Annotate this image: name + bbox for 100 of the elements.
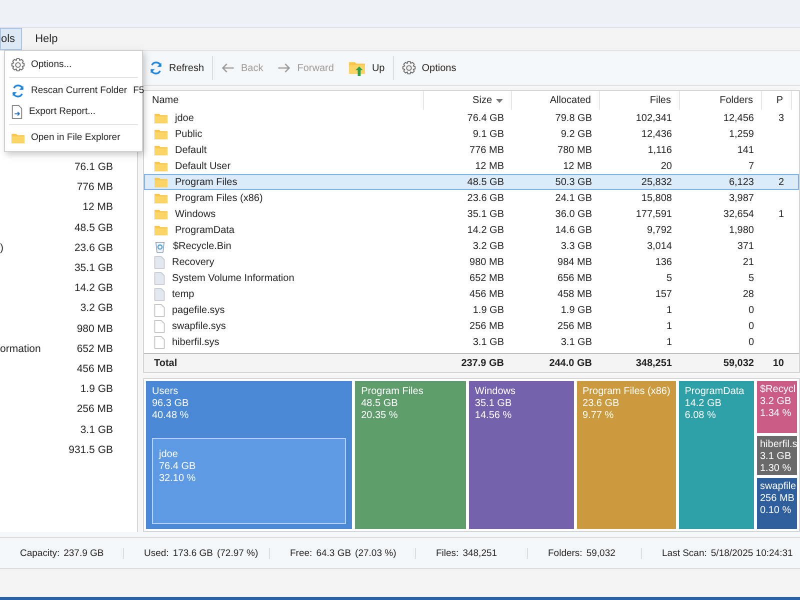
status-label: Files: (436, 548, 459, 558)
menu-item[interactable]: Options... (5, 54, 142, 75)
refresh-icon (11, 84, 25, 98)
total-cell-text: 237.9 GB (460, 358, 505, 368)
block-percent: 14.56 % (474, 410, 513, 422)
treemap-block[interactable]: $Recycl 3.2 GB 1.34 % (756, 381, 797, 433)
table-cell-text: 7 (747, 160, 755, 172)
table-row[interactable]: System Volume Information 652 MB 656 MB 5 5 (144, 270, 799, 286)
folder-icon (154, 128, 168, 140)
table-cell-text: 9,792 (646, 224, 673, 236)
folder-icon (154, 176, 168, 188)
column-header[interactable]: P (762, 91, 792, 110)
table-row[interactable]: Default User 12 MB 12 MB 20 7 (144, 158, 799, 174)
block-size: 3.2 GB (760, 396, 792, 408)
table-row[interactable]: swapfile.sys 256 MB 256 MB 1 0 (144, 318, 799, 334)
column-header[interactable]: Allocated (512, 91, 600, 110)
block-name: Program Files (x86) (582, 386, 670, 398)
table-cell-text: 1 (665, 336, 673, 348)
table-cell-text: 256 MB (556, 320, 593, 332)
table-cell: swapfile.sys (144, 320, 424, 332)
block-size: 23.6 GB (582, 398, 620, 410)
table-cell-text: 36.0 GB (554, 208, 593, 220)
treemap-block[interactable]: swapfile. 256 MB 0.10 % (756, 478, 797, 530)
toolbar-button[interactable]: Options (396, 54, 462, 82)
folder-icon (154, 160, 168, 172)
toolbar-button[interactable]: Refresh (143, 54, 210, 82)
table-cell: temp (144, 288, 424, 300)
table-cell-text: 780 MB (556, 144, 593, 156)
table-row[interactable]: hiberfil.sys 3.1 GB 3.1 GB 1 0 (144, 334, 799, 350)
menu-item[interactable]: Rescan Current Folder F5 (5, 80, 142, 101)
table-cell-text: 1 (665, 320, 673, 332)
menu-item[interactable]: Help (28, 28, 65, 50)
table-cell-text: 24.1 GB (554, 192, 593, 204)
tree-item-size: 931.5 GB (68, 444, 113, 456)
tree-item-size: 776 MB (76, 181, 113, 194)
table-cell: Public (144, 128, 424, 140)
status-value: 59,032 (586, 548, 616, 558)
folder-icon (154, 144, 168, 156)
table-cell-text: 3.2 GB (472, 240, 505, 252)
column-header[interactable]: Folders (680, 91, 762, 110)
table-cell-text: 2 (777, 176, 785, 188)
total-cell-text: Total (153, 358, 178, 368)
table-row[interactable]: temp 456 MB 458 MB 157 28 (144, 286, 799, 302)
table-row[interactable]: Program Files 48.5 GB 50.3 GB 25,832 6,123 2 (144, 174, 799, 190)
table-cell-text: 28 (742, 288, 755, 300)
table-cell-text: 12 MB (562, 160, 593, 172)
table-row[interactable]: pagefile.sys 1.9 GB 1.9 GB 1 0 (144, 302, 799, 318)
block-percent: 32.10 % (159, 473, 197, 485)
table-cell-text: 3.1 GB (472, 336, 505, 348)
table-row[interactable]: Default 776 MB 780 MB 1,116 141 (144, 142, 799, 158)
folder-icon (154, 224, 168, 236)
tree-item-label: ) (0, 242, 4, 254)
block-percent: 9.77 % (582, 410, 615, 422)
tree-item-size: 76.1 GB (74, 161, 113, 174)
table-cell-text: 3,014 (646, 240, 673, 252)
table-cell-text: 3 (777, 112, 785, 124)
tree-item-size: 23.6 GB (74, 242, 113, 254)
settings-icon (11, 58, 25, 72)
status-value: 173.6 GB (172, 548, 213, 558)
menu-item[interactable]: ols (0, 28, 22, 50)
block-name: Users (152, 386, 180, 398)
block-name: hiberfil.s (760, 438, 796, 451)
status-label: Folders: (548, 548, 582, 558)
tree-item-size: 3.2 GB (80, 302, 113, 314)
table-row[interactable]: ProgramData 14.2 GB 14.6 GB 9,792 1,980 (144, 222, 799, 238)
table-row[interactable]: Program Files (x86) 23.6 GB 24.1 GB 15,808 3,987 (144, 190, 799, 206)
table-cell: Program Files (x86) (144, 192, 424, 204)
right-arrow-icon (277, 62, 292, 74)
table-cell-text: 1 (777, 208, 785, 220)
table-cell-text: 79.8 GB (554, 112, 593, 124)
tree-item-size: 12 MB (82, 201, 113, 214)
treemap-block[interactable]: Users 96.3 GB 40.48 % jdoe 76.4 GB 32.10 % (146, 381, 352, 529)
table-row[interactable]: Recovery 980 MB 984 MB 136 21 (144, 254, 799, 270)
tree-item-size: 456 MB (76, 362, 113, 375)
block-name: $Recycl (760, 384, 796, 396)
block-percent: 0.10 % (760, 505, 792, 518)
menu-item[interactable]: Export Report... (5, 101, 142, 122)
menu-item[interactable]: Open in File Explorer (5, 127, 142, 148)
table-row[interactable]: jdoe 76.4 GB 79.8 GB 102,341 12,456 3 (144, 110, 799, 126)
table-cell-text: 177,591 (634, 208, 673, 220)
block-size: 256 MB (760, 493, 796, 506)
file-icon (154, 336, 165, 348)
column-header[interactable]: Files (600, 91, 680, 110)
table-cell-text: 136 (654, 256, 673, 268)
block-size: 3.1 GB (760, 450, 792, 463)
column-header[interactable]: Size (424, 91, 512, 110)
table-row[interactable]: Public 9.1 GB 9.2 GB 12,436 1,259 (144, 126, 799, 142)
table-cell-text: 1,116 (646, 144, 673, 156)
treemap-block[interactable]: hiberfil.s 3.1 GB 1.30 % (756, 436, 797, 476)
table-cell-text: 5 (665, 272, 673, 284)
block-size: 96.3 GB (152, 398, 190, 410)
column-header[interactable]: Name (144, 91, 424, 110)
file-icon (154, 272, 165, 284)
table-cell-text: 14.2 GB (466, 224, 505, 236)
table-row[interactable]: Windows 35.1 GB 36.0 GB 177,591 32,654 1 (144, 206, 799, 222)
toolbar-button[interactable]: Up (342, 54, 391, 82)
treemap-block[interactable]: Windows 35.1 GB 14.56 % (468, 381, 574, 529)
refresh-icon (149, 61, 163, 75)
file-icon (154, 304, 165, 316)
table-row[interactable]: $Recycle.Bin 3.2 GB 3.3 GB 3,014 371 (144, 238, 799, 254)
